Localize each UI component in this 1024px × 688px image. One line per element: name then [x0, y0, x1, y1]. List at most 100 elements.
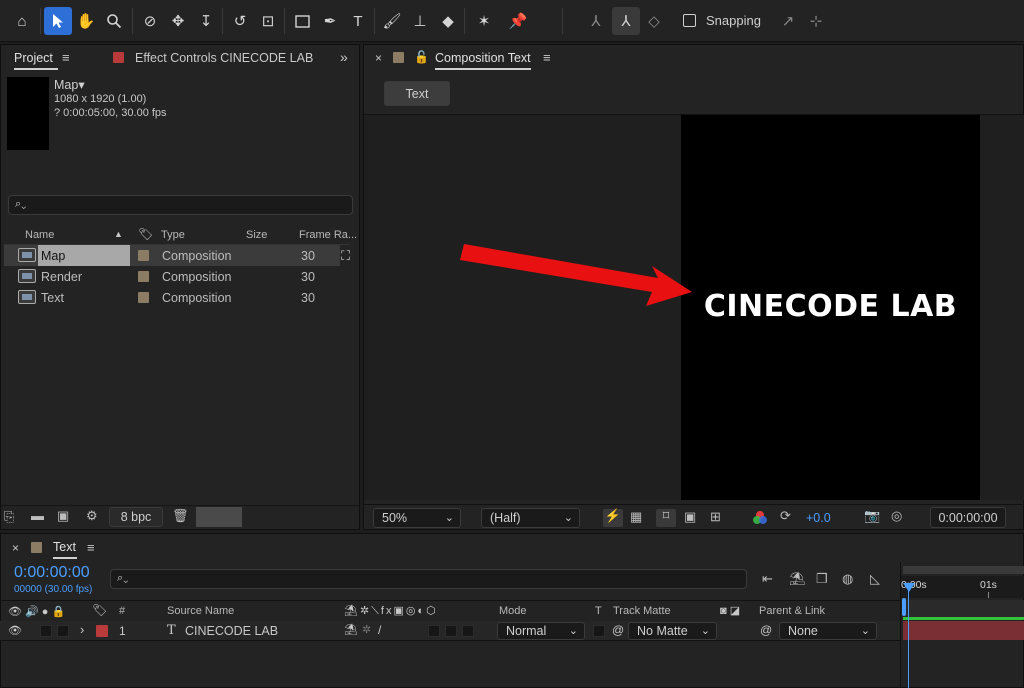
- magnification-dropdown[interactable]: 50% ⌄: [373, 508, 461, 528]
- col-name-header[interactable]: Name: [25, 229, 54, 241]
- audio-toggle[interactable]: [40, 625, 52, 637]
- timeline-tab[interactable]: Text: [53, 540, 76, 554]
- frame-blend-switch[interactable]: [445, 625, 457, 637]
- quality-switch-icon[interactable]: /: [378, 623, 381, 637]
- thumbnail-transparency-swatch[interactable]: [196, 507, 242, 527]
- project-item-row[interactable]: Text Composition 30: [4, 287, 340, 308]
- roto-brush-tool-icon[interactable]: ✶: [470, 7, 498, 35]
- chevron-right-icon[interactable]: ›: [80, 622, 84, 637]
- eraser-tool-icon[interactable]: ◆: [434, 7, 462, 35]
- mask-visibility-icon[interactable]: ⌑: [656, 509, 676, 527]
- col-type-header[interactable]: Type: [161, 229, 185, 241]
- show-snapshot-icon[interactable]: ◎: [891, 509, 902, 523]
- interpret-footage-icon[interactable]: ⎘: [4, 510, 14, 524]
- axis-local-icon[interactable]: ⅄: [582, 7, 610, 35]
- frame-blending-icon[interactable]: ◍: [842, 572, 853, 586]
- selection-tool-icon[interactable]: [44, 7, 72, 35]
- pan-camera-icon[interactable]: ✥: [164, 7, 192, 35]
- comp-panel-menu-icon[interactable]: ≡: [543, 50, 551, 65]
- dolly-camera-icon[interactable]: ↧: [192, 7, 220, 35]
- layer-duration-bar[interactable]: [903, 621, 1024, 640]
- axis-view-icon[interactable]: ◇: [640, 7, 668, 35]
- grid-guides-icon[interactable]: ⊞: [710, 510, 721, 524]
- chevron-down-icon: ⌄: [568, 625, 578, 637]
- current-time-display[interactable]: 0:00:00:00: [14, 564, 90, 582]
- graph-editor-icon[interactable]: ◺: [870, 572, 880, 586]
- orbit-camera-icon[interactable]: ⊘: [136, 7, 164, 35]
- motion-blur-switch[interactable]: [462, 625, 474, 637]
- canvas-text-layer[interactable]: CINECODE LAB: [681, 289, 980, 324]
- home-icon[interactable]: ⌂: [8, 7, 36, 35]
- search-icon: ⌕⌄: [15, 198, 27, 210]
- brush-tool-icon[interactable]: 🖌: [378, 7, 406, 35]
- flowchart-icon[interactable]: ⛶: [341, 248, 350, 264]
- parent-dropdown[interactable]: None ⌄: [779, 622, 877, 640]
- timeline-search-input[interactable]: ⌕⌄: [110, 569, 747, 589]
- project-settings-icon[interactable]: ⚙: [86, 509, 98, 523]
- parent-pickwhip-icon[interactable]: @: [760, 623, 772, 637]
- new-folder-icon[interactable]: ▬: [31, 509, 44, 523]
- channel-rgb-icon[interactable]: [752, 510, 768, 526]
- fast-previews-icon[interactable]: ⚡: [603, 509, 623, 527]
- snap-features-icon[interactable]: ⊹: [802, 7, 830, 35]
- composition-flowchart-icon[interactable]: ⇤: [762, 572, 773, 586]
- layer-label-swatch[interactable]: [96, 625, 108, 637]
- pen-tool-icon[interactable]: ✒: [316, 7, 344, 35]
- draft-3d-icon[interactable]: ⛱: [789, 572, 806, 586]
- close-tab-icon[interactable]: ×: [12, 541, 19, 555]
- lock-icon[interactable]: 🔓: [414, 50, 429, 64]
- reset-exposure-icon[interactable]: ⟳: [780, 509, 791, 523]
- effect-switch[interactable]: [428, 625, 440, 637]
- source-name-header[interactable]: Source Name: [167, 605, 234, 617]
- composition-tab[interactable]: Composition Text: [435, 51, 531, 65]
- timeline-menu-icon[interactable]: ≡: [87, 540, 95, 555]
- shy-layers-icon[interactable]: ❐: [816, 572, 828, 586]
- resolution-dropdown[interactable]: (Half) ⌄: [481, 508, 580, 528]
- transparency-grid-icon[interactable]: ▦: [630, 510, 642, 524]
- comp-timecode[interactable]: 0:00:00:00: [930, 507, 1006, 528]
- col-size-header[interactable]: Size: [246, 229, 267, 241]
- track-matte-dropdown[interactable]: No Matte ⌄: [628, 622, 717, 640]
- work-area-start-handle[interactable]: [902, 598, 906, 616]
- project-panel-menu-icon[interactable]: ≡: [62, 50, 70, 65]
- solo-toggle[interactable]: [57, 625, 69, 637]
- snapshot-camera-icon[interactable]: 📷: [864, 509, 880, 523]
- zoom-tool-icon[interactable]: [100, 7, 128, 35]
- collapse-switch-icon[interactable]: ✲: [362, 623, 371, 636]
- shy-switch-icon[interactable]: ⛱: [344, 623, 358, 636]
- exposure-value[interactable]: +0.0: [806, 511, 831, 525]
- preserve-transparency-toggle[interactable]: [593, 625, 605, 637]
- effect-controls-tab[interactable]: Effect Controls CINECODE LAB: [135, 51, 313, 65]
- region-of-interest-icon[interactable]: ▣: [684, 510, 696, 524]
- axis-world-icon[interactable]: ⅄: [612, 7, 640, 35]
- hand-tool-icon[interactable]: ✋: [72, 7, 100, 35]
- matte-pickwhip-icon[interactable]: @: [612, 623, 624, 637]
- rotation-tool-icon[interactable]: ↺: [226, 7, 254, 35]
- current-time-indicator[interactable]: [908, 584, 909, 688]
- rectangle-tool-icon[interactable]: [288, 7, 316, 35]
- playhead-handle-icon[interactable]: [903, 583, 915, 592]
- bpc-button[interactable]: 8 bpc: [109, 507, 163, 527]
- selected-item-name[interactable]: Map▾: [54, 77, 85, 92]
- project-item-row[interactable]: Map Composition 30: [4, 245, 340, 266]
- project-search-input[interactable]: ⌕⌄: [8, 195, 353, 215]
- col-framerate-header[interactable]: Frame Ra...: [299, 229, 357, 241]
- work-area-bar[interactable]: [903, 566, 1024, 574]
- panel-overflow-icon[interactable]: »: [340, 49, 348, 65]
- trash-icon[interactable]: 🗑: [172, 509, 189, 523]
- puppet-pin-tool-icon[interactable]: 📌: [504, 7, 532, 35]
- visibility-eye-icon[interactable]: 👁: [8, 624, 22, 637]
- av-features-icons[interactable]: 👁 🔊 ● 🔒: [8, 605, 65, 618]
- blend-mode-dropdown[interactable]: Normal ⌄: [497, 622, 585, 640]
- anchor-point-tool-icon[interactable]: ⊡: [254, 7, 282, 35]
- type-tool-icon[interactable]: T: [344, 7, 372, 35]
- new-composition-icon[interactable]: ▣: [57, 509, 69, 523]
- project-tab[interactable]: Project: [14, 51, 53, 65]
- snapping-checkbox[interactable]: [683, 14, 696, 27]
- comp-navigator-button[interactable]: Text: [384, 81, 450, 106]
- layer-source-name[interactable]: CINECODE LAB: [185, 624, 278, 638]
- project-item-row[interactable]: Render Composition 30: [4, 266, 340, 287]
- snap-edges-icon[interactable]: ↗: [774, 7, 802, 35]
- clone-stamp-tool-icon[interactable]: ⊥: [406, 7, 434, 35]
- close-tab-icon[interactable]: ×: [375, 51, 382, 65]
